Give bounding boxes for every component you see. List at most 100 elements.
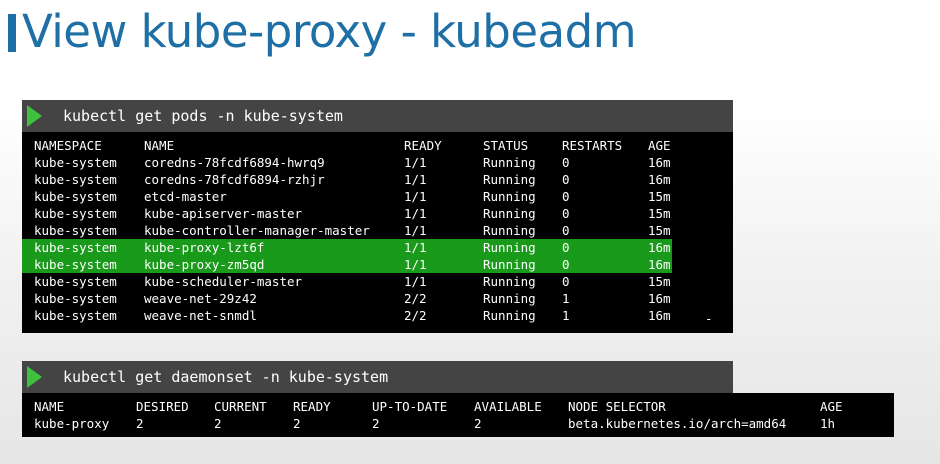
table-cell: kube-system bbox=[34, 257, 117, 272]
table-row: kube-system etcd-master 1/1 Running 0 15m bbox=[22, 188, 672, 205]
table-row-highlighted: kube-system kube-proxy-lzt6f 1/1 Running 0 16… bbox=[22, 239, 672, 256]
table-cell: kube-scheduler-master bbox=[144, 274, 303, 289]
table-cell: kube-system bbox=[34, 172, 117, 187]
title-accent-bar bbox=[8, 14, 16, 52]
table-cell: Running bbox=[483, 155, 536, 170]
table-cell: 16m bbox=[648, 155, 671, 170]
column-header: NAME bbox=[34, 399, 65, 414]
table-cell: Running bbox=[483, 206, 536, 221]
table-cell: 1/1 bbox=[404, 189, 427, 204]
table-cell: etcd-master bbox=[144, 189, 227, 204]
table-cell: 1/1 bbox=[404, 155, 427, 170]
table-cell: 16m bbox=[648, 172, 671, 187]
table-cell: Running bbox=[483, 240, 536, 255]
daemonset-command-bar: kubectl get daemonset -n kube-system bbox=[22, 361, 733, 393]
table-cell: kube-proxy-zm5qd bbox=[144, 257, 265, 272]
table-cell: 0 bbox=[562, 189, 570, 204]
table-cell: Running bbox=[483, 189, 536, 204]
column-header: DESIRED bbox=[136, 399, 189, 414]
table-cell: 2 bbox=[293, 416, 301, 431]
table-cell: 16m bbox=[648, 257, 671, 272]
table-cell: Running bbox=[483, 291, 536, 306]
play-icon[interactable] bbox=[27, 105, 42, 127]
table-cell: 0 bbox=[562, 206, 570, 221]
table-cell: 15m bbox=[648, 206, 671, 221]
table-cell: Running bbox=[483, 257, 536, 272]
table-cell: 1/1 bbox=[404, 240, 427, 255]
pods-command-text: kubectl get pods -n kube-system bbox=[63, 107, 343, 125]
table-cell: kube-system bbox=[34, 206, 117, 221]
column-header: UP-TO-DATE bbox=[372, 399, 448, 414]
table-cell: kube-controller-manager-master bbox=[144, 223, 370, 238]
table-cell: 0 bbox=[562, 240, 570, 255]
table-cell: kube-system bbox=[34, 240, 117, 255]
table-row: kube-system weave-net-snmdl 2/2 Running 1 16m bbox=[22, 307, 672, 324]
table-header-row: NAME DESIRED CURRENT READY UP-TO-DATE AVAILAB… bbox=[22, 398, 894, 415]
table-cell: 16m bbox=[648, 291, 671, 306]
table-cell: kube-system bbox=[34, 189, 117, 204]
table-cell: 2 bbox=[474, 416, 482, 431]
trailing-mark: - bbox=[705, 311, 713, 326]
table-cell: weave-net-snmdl bbox=[144, 308, 257, 323]
table-cell: coredns-78fcdf6894-hwrq9 bbox=[144, 155, 325, 170]
table-row: kube-system kube-controller-manager-maste… bbox=[22, 222, 672, 239]
table-cell: coredns-78fcdf6894-rzhjr bbox=[144, 172, 325, 187]
column-header: AGE bbox=[648, 138, 671, 153]
table-cell: 15m bbox=[648, 223, 671, 238]
table-cell: 1/1 bbox=[404, 223, 427, 238]
table-row: kube-system kube-apiserver-master 1/1 Runni… bbox=[22, 205, 672, 222]
daemonset-output-terminal: NAME DESIRED CURRENT READY UP-TO-DATE AVAILAB… bbox=[22, 393, 894, 437]
table-cell: 1/1 bbox=[404, 257, 427, 272]
table-row: kube-system coredns-78fcdf6894-rzhjr 1/1 Ru… bbox=[22, 171, 672, 188]
table-cell: Running bbox=[483, 274, 536, 289]
table-cell: kube-apiserver-master bbox=[144, 206, 303, 221]
table-cell: 1 bbox=[562, 308, 570, 323]
table-row: kube-system kube-scheduler-master 1/1 Runni… bbox=[22, 273, 672, 290]
column-header: READY bbox=[404, 138, 442, 153]
table-cell: 15m bbox=[648, 274, 671, 289]
table-row: kube-system coredns-78fcdf6894-hwrq9 1/1 Ru… bbox=[22, 154, 672, 171]
table-cell: 16m bbox=[648, 308, 671, 323]
table-cell: beta.kubernetes.io/arch=amd64 bbox=[568, 416, 787, 431]
table-cell: 2 bbox=[372, 416, 380, 431]
daemonset-command-text: kubectl get daemonset -n kube-system bbox=[63, 368, 389, 386]
table-cell: kube-system bbox=[34, 155, 117, 170]
table-row: kube-system weave-net-29z42 2/2 Running 1 16m bbox=[22, 290, 672, 307]
table-cell: kube-system bbox=[34, 291, 117, 306]
table-cell: 16m bbox=[648, 240, 671, 255]
table-cell: weave-net-29z42 bbox=[144, 291, 257, 306]
table-cell: 1/1 bbox=[404, 206, 427, 221]
table-cell: 15m bbox=[648, 189, 671, 204]
table-cell: 2/2 bbox=[404, 291, 427, 306]
column-header: READY bbox=[293, 399, 331, 414]
table-cell: kube-system bbox=[34, 274, 117, 289]
table-row-highlighted: kube-system kube-proxy-zm5qd 1/1 Running 0 16… bbox=[22, 256, 672, 273]
table-cell: 1/1 bbox=[404, 274, 427, 289]
table-cell: 0 bbox=[562, 257, 570, 272]
column-header: NODE SELECTOR bbox=[568, 399, 666, 414]
play-icon[interactable] bbox=[27, 366, 42, 388]
table-cell: kube-system bbox=[34, 308, 117, 323]
table-cell: 0 bbox=[562, 223, 570, 238]
table-cell: 2/2 bbox=[404, 308, 427, 323]
table-cell: Running bbox=[483, 223, 536, 238]
table-cell: kube-system bbox=[34, 223, 117, 238]
table-cell: 2 bbox=[214, 416, 222, 431]
column-header: NAMESPACE bbox=[34, 138, 102, 153]
table-cell: Running bbox=[483, 308, 536, 323]
table-cell: Running bbox=[483, 172, 536, 187]
column-header: AVAILABLE bbox=[474, 399, 542, 414]
table-cell: kube-proxy-lzt6f bbox=[144, 240, 265, 255]
table-cell: 0 bbox=[562, 172, 570, 187]
page-title: View kube-proxy - kubeadm bbox=[22, 5, 637, 58]
table-cell: 1/1 bbox=[404, 172, 427, 187]
pods-output-terminal: NAMESPACE NAME READY STATUS RESTARTS AGE kube-… bbox=[22, 132, 733, 333]
table-cell: 0 bbox=[562, 155, 570, 170]
column-header: CURRENT bbox=[214, 399, 267, 414]
column-header: NAME bbox=[144, 138, 175, 153]
column-header: STATUS bbox=[483, 138, 529, 153]
table-header-row: NAMESPACE NAME READY STATUS RESTARTS AGE bbox=[22, 137, 672, 154]
table-cell: 1 bbox=[562, 291, 570, 306]
table-cell: 0 bbox=[562, 274, 570, 289]
column-header: RESTARTS bbox=[562, 138, 623, 153]
